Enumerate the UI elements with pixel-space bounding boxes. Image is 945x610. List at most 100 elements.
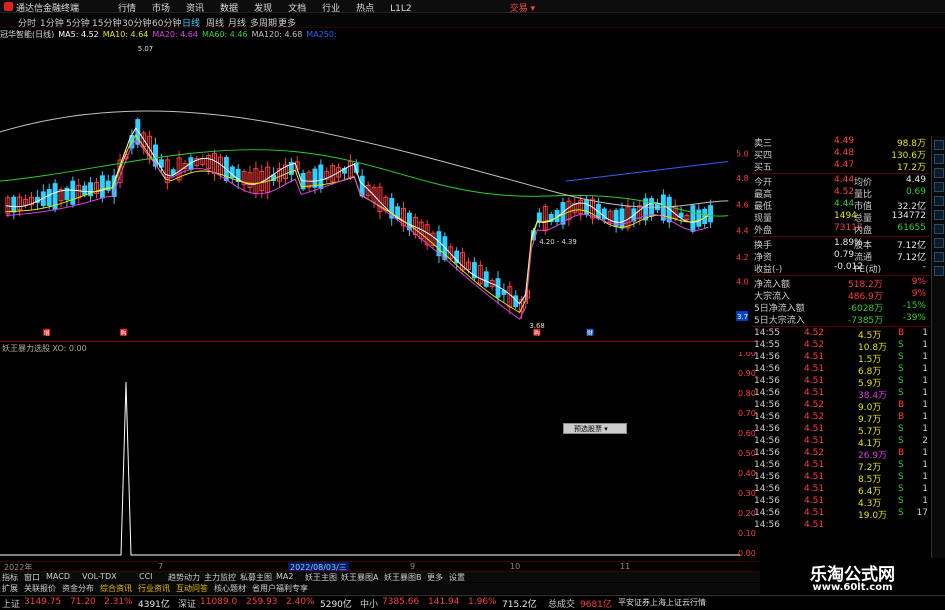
toolbar-btn-icon[interactable]	[934, 266, 944, 276]
toolbar-btn-icon[interactable]	[934, 224, 944, 234]
menu-item[interactable]: 行业	[322, 4, 340, 14]
menu-item[interactable]: 数据	[220, 4, 238, 14]
extension-tab[interactable]: 扩展	[2, 583, 18, 594]
toolbar-btn-icon[interactable]	[934, 182, 944, 192]
tick-price: 4.52	[804, 328, 825, 338]
pane-separator[interactable]	[0, 341, 760, 342]
index-name[interactable]: 深证	[178, 597, 196, 610]
toolbar-btn-icon[interactable]	[934, 154, 944, 164]
tick-count: 1	[922, 400, 928, 410]
period-tab[interactable]: 更多	[278, 16, 296, 29]
tick-price: 4.51	[804, 472, 825, 482]
toolbar-btn-icon[interactable]	[934, 168, 944, 178]
tick-side: S	[898, 484, 904, 494]
menu-item[interactable]: 文档	[288, 4, 306, 14]
order-book-row: 买四 4.48 130.6万	[752, 148, 930, 161]
indicator-tab[interactable]: 主力监控	[204, 572, 236, 583]
indicator-tab[interactable]: MA2	[276, 572, 293, 581]
kline-high-label: 5.07	[138, 45, 153, 53]
x-axis-month: 7	[158, 562, 164, 571]
flow-row: 5日净流入额 -6028万 -15%	[752, 301, 930, 314]
menu-item[interactable]: 发现	[254, 4, 272, 14]
extension-tab[interactable]: 行业资讯	[138, 583, 170, 594]
kline-chart[interactable]: 5.00 4.80 4.60 4.40 4.20 4.00 5.07 3.68 4.20 - 4…	[0, 41, 748, 341]
tick-count: 1	[922, 448, 928, 458]
period-tab[interactable]: 15分钟	[92, 16, 121, 29]
toolbar-btn-icon[interactable]	[934, 140, 944, 150]
indicator-chart[interactable]: 1.000.900.800.700.600.500.400.300.200.10…	[0, 352, 760, 562]
menu-item[interactable]: L1L2	[390, 4, 411, 14]
tick-count: 1	[922, 328, 928, 338]
tick-time: 14:56	[754, 508, 780, 518]
ma-line	[5, 134, 709, 314]
toolbar-btn-icon[interactable]	[934, 252, 944, 262]
period-tab[interactable]: 日线	[182, 16, 200, 29]
toolbar-btn-icon[interactable]	[934, 210, 944, 220]
menu-item[interactable]: 热点	[356, 4, 374, 14]
stock-select-popup[interactable]: 预选股票 ▾	[563, 423, 627, 434]
stat-label: 收益(-)	[754, 265, 783, 275]
tick-count: 1	[922, 412, 928, 422]
index-name[interactable]: 中小	[360, 597, 378, 610]
indicator-tab[interactable]: 指标	[2, 572, 18, 583]
toolbar-btn-icon[interactable]	[934, 196, 944, 206]
flow-label: 5日大宗流入	[754, 316, 805, 326]
period-tab[interactable]: 分时	[18, 16, 36, 29]
extension-tab[interactable]: 互动问答	[176, 583, 208, 594]
tick-side: S	[898, 496, 904, 506]
indicator-tab[interactable]: 趋势动力	[168, 572, 200, 583]
candle-body	[99, 175, 105, 199]
indicator-tab[interactable]: CCI	[139, 572, 153, 581]
tick-row: 14:56 4.52 9.7万 B 1	[752, 412, 930, 425]
news-ticker[interactable]: 平安证券上海上证云行情	[618, 597, 706, 608]
indicator-tab[interactable]: 妖王主图	[305, 572, 337, 583]
tick-row: 14:56 4.51 6.8万 S 1	[752, 364, 930, 377]
tick-time: 14:56	[754, 448, 780, 458]
tick-side: B	[898, 412, 905, 422]
extension-tab[interactable]: 关联报价	[24, 583, 56, 594]
indicator-tab[interactable]: MACD	[46, 572, 70, 581]
indicator-tab[interactable]: 更多	[427, 572, 443, 583]
period-tab[interactable]: 30分钟	[122, 16, 151, 29]
period-tab[interactable]: 5分钟	[66, 16, 90, 29]
period-tab[interactable]: 1分钟	[40, 16, 64, 29]
menu-item[interactable]: 资讯	[186, 4, 204, 14]
candle-body	[70, 180, 76, 205]
indicator-tab[interactable]: VOL-TDX	[82, 572, 117, 581]
index-name[interactable]: 上证	[2, 597, 20, 610]
indicator-tab[interactable]: 设置	[449, 572, 465, 583]
extension-tabs: 扩展 关联报价 资金分布 综合资讯 行业资讯 互动问答 核心题材 省用户福利专享	[0, 583, 760, 594]
flow-pct: -39%	[902, 313, 926, 323]
tick-side: S	[898, 472, 904, 482]
period-tab[interactable]: 多周期	[250, 16, 277, 29]
event-marker-label: 增	[44, 329, 50, 337]
trade-menu[interactable]: 交易 ▾	[510, 1, 535, 14]
extension-tab[interactable]: 省用户福利专享	[252, 583, 308, 594]
main-menu[interactable]: 行情 市场 资讯 数据 发现 文档 行业 热点 L1L2	[118, 1, 428, 14]
indicator-tab[interactable]: 妖王暴图A	[341, 572, 378, 583]
indicator-tab[interactable]: 窗口	[24, 572, 40, 583]
tick-side: B	[898, 400, 905, 410]
tick-price: 4.51	[804, 460, 825, 470]
stat-row: 换手 1.89% 股本 7.12亿	[752, 238, 930, 251]
menu-item[interactable]: 市场	[152, 4, 170, 14]
index-change: 71.20	[70, 597, 96, 607]
period-tab[interactable]: 周线	[206, 16, 224, 29]
tick-time: 14:56	[754, 412, 780, 422]
period-tab[interactable]: 60分钟	[152, 16, 181, 29]
title-bar: 通达信金融终端 行情 市场 资讯 数据 发现 文档 行业 热点 L1L2 交易 ▾	[0, 0, 945, 14]
indicator-tab[interactable]: 私募主图	[240, 572, 272, 583]
indicator-tab[interactable]: 妖王暴图B	[384, 572, 422, 583]
tick-count: 1	[922, 340, 928, 350]
toolbar-btn-icon[interactable]	[934, 238, 944, 248]
tick-time: 14:56	[754, 436, 780, 446]
menu-item[interactable]: 行情	[118, 4, 136, 14]
time-axis: 2022年 7 2022/08/03/三 9 10 11	[0, 561, 760, 573]
tick-time: 14:56	[754, 376, 780, 386]
extension-tab[interactable]: 核心题材	[214, 583, 246, 594]
period-tab[interactable]: 月线	[228, 16, 246, 29]
flow-row: 净流入额 518.2万 9%	[752, 277, 930, 290]
extension-tab[interactable]: 综合资讯	[100, 583, 132, 594]
index-name[interactable]: 总成交	[548, 597, 575, 610]
extension-tab[interactable]: 资金分布	[62, 583, 94, 594]
